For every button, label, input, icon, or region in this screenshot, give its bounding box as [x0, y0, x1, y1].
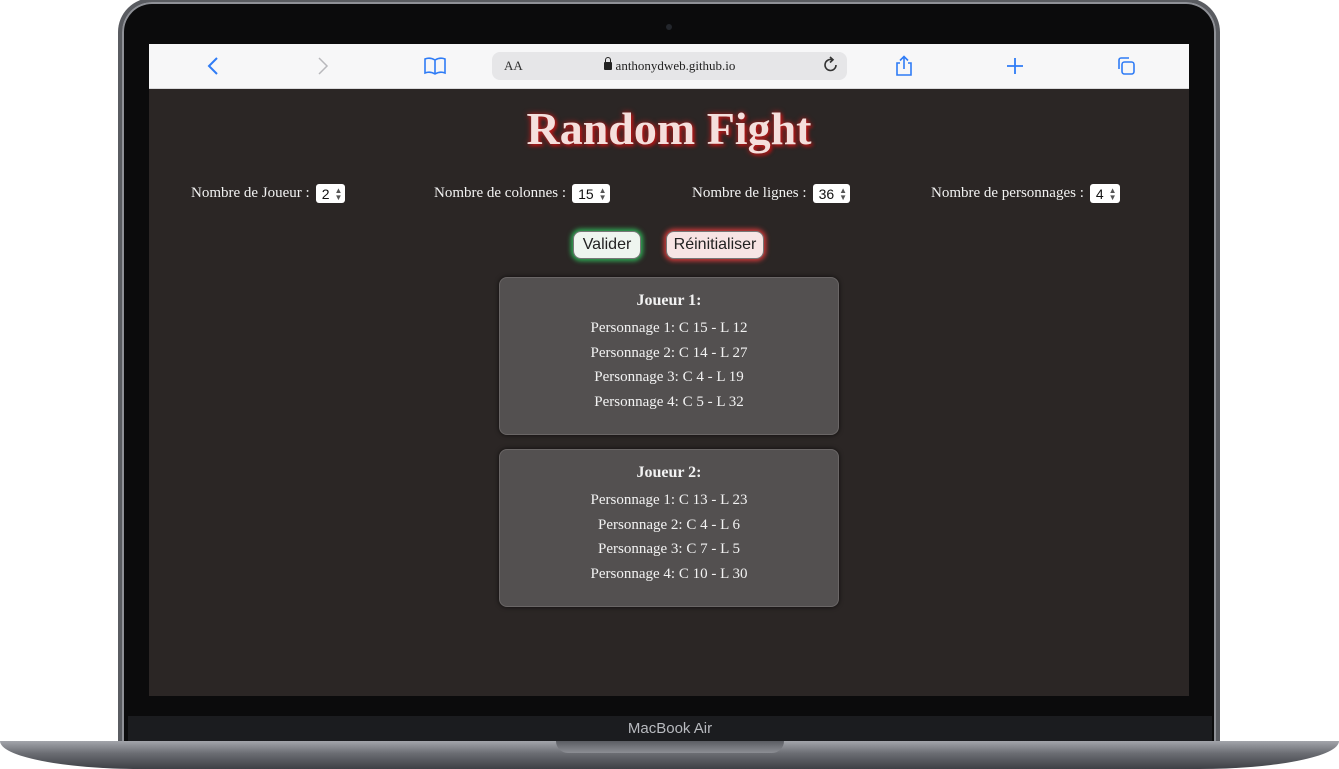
address-url: anthonydweb.github.io	[492, 57, 847, 74]
share-icon[interactable]	[890, 52, 918, 80]
spinner-icon[interactable]: ▲ ▼	[1109, 186, 1117, 201]
players-number-value: 2	[321, 185, 330, 202]
setting-players: Nombre de Joueur : 2 ▲ ▼	[191, 184, 346, 203]
character-position: Personnage 2: C 14 - L 27	[590, 344, 748, 361]
character-position: Personnage 2: C 4 - L 6	[598, 516, 740, 533]
browser-screen: AA anthonydweb.github.io Random Fight No…	[149, 44, 1189, 696]
address-bar[interactable]: AA anthonydweb.github.io	[492, 52, 847, 80]
setting-players-label: Nombre de Joueur :	[191, 185, 310, 201]
rows-number-input[interactable]: 36 ▲ ▼	[812, 184, 851, 203]
url-text: anthonydweb.github.io	[615, 58, 736, 73]
spinner-icon[interactable]: ▲ ▼	[839, 186, 847, 201]
validate-button[interactable]: Valider	[573, 231, 641, 259]
book-icon[interactable]	[421, 52, 449, 80]
camera-icon	[666, 24, 672, 30]
player-title: Joueur 1:	[636, 292, 702, 309]
columns-number-value: 15	[578, 185, 594, 202]
rows-number-value: 36	[818, 185, 835, 202]
page-title: Random Fight	[526, 103, 812, 154]
character-position: Personnage 1: C 13 - L 23	[590, 492, 748, 508]
device-label: MacBook Air	[627, 720, 713, 737]
characters-number-input[interactable]: 4 ▲ ▼	[1089, 184, 1120, 203]
character-position: Personnage 4: C 5 - L 32	[594, 393, 744, 410]
setting-columns: Nombre de colonnes : 15 ▲ ▼	[434, 184, 610, 203]
browser-toolbar: AA anthonydweb.github.io	[149, 44, 1189, 89]
setting-rows-label: Nombre de lignes :	[692, 185, 807, 201]
player-card: Joueur 2: Personnage 1: C 13 - L 23 Pers…	[499, 449, 839, 607]
player-title: Joueur 2:	[636, 464, 702, 481]
characters-number-value: 4	[1095, 185, 1104, 202]
chevron-left-icon[interactable]	[199, 52, 227, 80]
player-card: Joueur 1: Personnage 1: C 15 - L 12 Pers…	[499, 277, 839, 435]
players-number-input[interactable]: 2 ▲ ▼	[315, 184, 346, 203]
chevron-right-icon[interactable]	[309, 52, 337, 80]
tabs-icon[interactable]	[1112, 52, 1140, 80]
character-position: Personnage 3: C 4 - L 19	[594, 369, 744, 385]
spinner-icon[interactable]: ▲ ▼	[335, 186, 343, 201]
settings-row: Nombre de Joueur : 2 ▲ ▼ Nombre de colonn…	[149, 184, 1189, 208]
spinner-icon[interactable]: ▲ ▼	[599, 186, 607, 201]
lock-icon	[603, 57, 612, 70]
setting-characters: Nombre de personnages : 4 ▲ ▼	[931, 184, 1120, 203]
reload-icon[interactable]	[823, 55, 839, 78]
setting-characters-label: Nombre de personnages :	[931, 185, 1084, 201]
character-position: Personnage 3: C 7 - L 5	[598, 541, 740, 557]
character-position: Personnage 4: C 10 - L 30	[590, 565, 748, 582]
plus-icon[interactable]	[1001, 52, 1029, 80]
laptop-chin: MacBook Air	[128, 716, 1212, 742]
character-position: Personnage 1: C 15 - L 12	[590, 320, 748, 336]
laptop-notch	[556, 741, 784, 753]
reset-button[interactable]: Réinitialiser	[666, 231, 764, 259]
setting-columns-label: Nombre de colonnes :	[434, 185, 567, 201]
columns-number-input[interactable]: 15 ▲ ▼	[572, 184, 610, 203]
setting-rows: Nombre de lignes : 36 ▲ ▼	[692, 184, 851, 203]
